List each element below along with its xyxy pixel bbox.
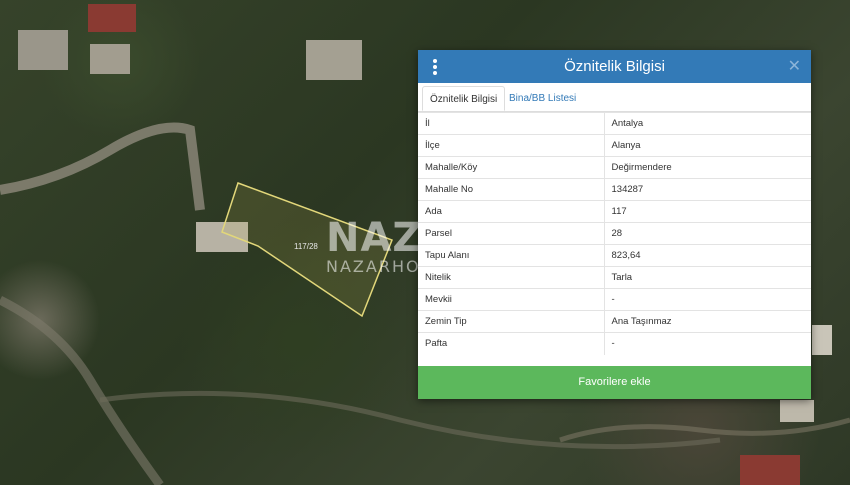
table-row: İlçe Alanya: [418, 134, 811, 157]
attribute-value: Alanya: [604, 134, 811, 157]
table-row: Ada 117: [418, 200, 811, 223]
table-row: Parsel 28: [418, 222, 811, 245]
attribute-key: Pafta: [418, 332, 605, 355]
close-icon[interactable]: ✕: [788, 50, 801, 83]
tab-attribute-info[interactable]: Öznitelik Bilgisi: [422, 86, 506, 111]
attribute-key: İlçe: [418, 134, 605, 157]
attribute-key: Mevkii: [418, 288, 605, 311]
table-row: Mevkii -: [418, 288, 811, 311]
attribute-value: 117: [604, 200, 811, 223]
tab-building-list[interactable]: Bina/BB Listesi: [502, 86, 583, 111]
attribute-value: Antalya: [604, 112, 811, 135]
panel-header: Öznitelik Bilgisi ✕: [418, 50, 811, 83]
table-row: Zemin Tip Ana Taşınmaz: [418, 310, 811, 333]
attribute-value: Değirmendere: [604, 156, 811, 179]
table-row: İl Antalya: [418, 112, 811, 135]
attribute-value: 28: [604, 222, 811, 245]
attribute-value: 823,64: [604, 244, 811, 267]
attribute-key: Mahalle/Köy: [418, 156, 605, 179]
attribute-value: Ana Taşınmaz: [604, 310, 811, 333]
attribute-value: -: [604, 288, 811, 311]
attribute-value: -: [604, 332, 811, 355]
attribute-key: Ada: [418, 200, 605, 223]
panel-tabs: Öznitelik Bilgisi Bina/BB Listesi: [418, 83, 811, 112]
table-row: Mahalle/Köy Değirmendere: [418, 156, 811, 179]
attribute-table: İl Antalya İlçe Alanya Mahalle/Köy Değirmende…: [418, 112, 811, 355]
table-row: Mahalle No 134287: [418, 178, 811, 201]
attribute-key: Parsel: [418, 222, 605, 245]
attribute-key: Mahalle No: [418, 178, 605, 201]
attribute-key: İl: [418, 112, 605, 135]
table-row: Pafta -: [418, 332, 811, 355]
table-row: Tapu Alanı 823,64: [418, 244, 811, 267]
attribute-key: Tapu Alanı: [418, 244, 605, 267]
attribute-value: Tarla: [604, 266, 811, 289]
attribute-key: Nitelik: [418, 266, 605, 289]
attribute-value: 134287: [604, 178, 811, 201]
attribute-panel: Öznitelik Bilgisi ✕ Öznitelik Bilgisi Bi…: [418, 50, 811, 399]
table-row: Nitelik Tarla: [418, 266, 811, 289]
attribute-key: Zemin Tip: [418, 310, 605, 333]
panel-title: Öznitelik Bilgisi: [564, 58, 665, 75]
parcel-label: 117/28: [294, 242, 318, 251]
add-favorite-button[interactable]: Favorilere ekle: [418, 366, 811, 399]
